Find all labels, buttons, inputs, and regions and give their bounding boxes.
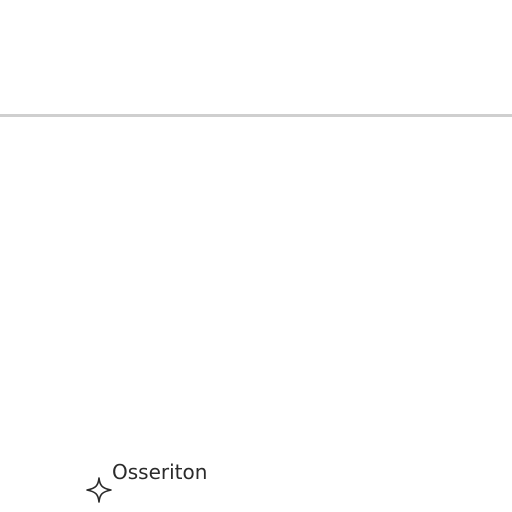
brand-name: Osseriton: [112, 460, 208, 484]
sparkle-icon: [86, 477, 112, 503]
header-divider: [0, 114, 512, 117]
brand-logo[interactable]: Osseriton: [86, 460, 226, 506]
